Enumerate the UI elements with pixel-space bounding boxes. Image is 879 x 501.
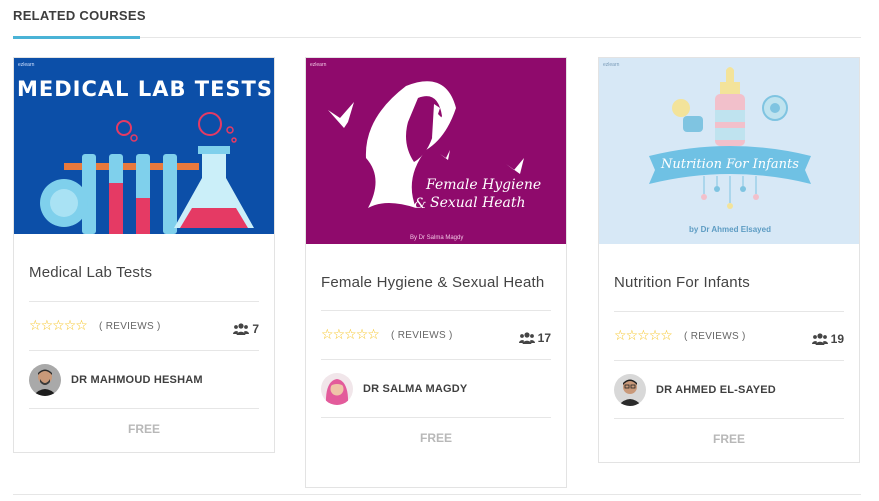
course-title[interactable]: Nutrition For Infants	[614, 244, 844, 311]
nutrition-infants-illustration: ezlearn Nutrition For Infants by Dr Ahme…	[599, 58, 859, 244]
reviews-label: ( REVIEWS )	[99, 321, 161, 332]
course-title[interactable]: Medical Lab Tests	[29, 234, 259, 301]
divider	[13, 494, 861, 495]
star-icon: ☆	[344, 326, 357, 342]
svg-text:ezlearn: ezlearn	[18, 62, 35, 68]
price-label: FREE	[712, 432, 745, 446]
instructor-name[interactable]: DR AHMED EL-SAYED	[656, 384, 776, 396]
student-count: 7	[233, 322, 259, 336]
lab-tests-illustration: ezlearn MEDICAL LAB TESTS	[14, 58, 274, 234]
star-icon: ☆	[648, 327, 662, 343]
course-card[interactable]: ezlearn Female Hygiene & Sexual Heath By…	[305, 57, 567, 488]
star-icon: ☆	[614, 327, 627, 343]
student-count: 17	[518, 331, 551, 345]
course-card[interactable]: ezlearn Nutrition For Infants by Dr Ahme…	[598, 57, 860, 463]
star-rating: ☆☆☆☆☆	[614, 327, 673, 343]
instructor-name[interactable]: DR SALMA MAGDY	[363, 383, 467, 395]
star-icon: ☆	[332, 326, 346, 342]
course-thumbnail[interactable]: ezlearn Nutrition For Infants by Dr Ahme…	[599, 58, 859, 244]
avatar[interactable]	[29, 363, 61, 396]
section-title: RELATED COURSES	[13, 8, 146, 23]
star-rating: ☆☆☆☆☆	[321, 326, 380, 342]
rating-row: ☆☆☆☆☆ ( REVIEWS ) 17	[321, 310, 551, 360]
svg-text:ezlearn: ezlearn	[310, 62, 327, 68]
reviews-label: ( REVIEWS )	[684, 331, 746, 342]
star-icon: ☆	[40, 317, 54, 333]
rating-row: ☆☆☆☆☆ ( REVIEWS ) 7	[29, 301, 259, 351]
student-count: 19	[811, 332, 844, 346]
star-icon: ☆	[321, 326, 334, 342]
rating-row: ☆☆☆☆☆ ( REVIEWS ) 19	[614, 311, 844, 361]
instructor-row[interactable]: DR MAHMOUD HESHAM	[29, 351, 259, 409]
instructor-row[interactable]: DR AHMED EL-SAYED	[614, 361, 844, 419]
avatar[interactable]	[614, 373, 646, 406]
section-title-underline	[13, 36, 140, 39]
reviews-label: ( REVIEWS )	[391, 330, 453, 341]
course-card[interactable]: ezlearn MEDICAL LAB TESTS Medical Lab Te…	[13, 57, 275, 453]
star-icon: ☆	[660, 327, 673, 343]
star-icon: ☆	[52, 317, 65, 333]
avatar-image	[29, 363, 61, 396]
star-icon: ☆	[29, 317, 42, 333]
course-title[interactable]: Female Hygiene & Sexual Heath	[321, 244, 551, 310]
star-icon: ☆	[637, 327, 650, 343]
star-icon: ☆	[75, 317, 88, 333]
image-title-text: MEDICAL LAB TESTS	[17, 77, 273, 101]
star-icon: ☆	[625, 327, 639, 343]
student-count-value: 19	[830, 332, 844, 346]
instructor-row[interactable]: DR SALMA MAGDY	[321, 360, 551, 418]
star-rating: ☆☆☆☆☆	[29, 317, 88, 333]
price-label: FREE	[127, 422, 160, 436]
section-header: RELATED COURSES	[13, 0, 861, 39]
avatar-image	[321, 372, 353, 405]
female-hygiene-illustration: ezlearn Female Hygiene & Sexual Heath By…	[306, 58, 566, 244]
users-icon	[233, 323, 250, 335]
svg-text:&: &	[414, 196, 426, 212]
svg-text:ezlearn: ezlearn	[603, 62, 620, 68]
svg-text:Sexual Heath: Sexual Heath	[430, 195, 526, 211]
student-count-value: 17	[537, 331, 551, 345]
star-icon: ☆	[367, 326, 380, 342]
svg-text:By Dr Salma Magdy: By Dr Salma Magdy	[410, 235, 463, 241]
price-label: FREE	[419, 431, 452, 445]
course-thumbnail[interactable]: ezlearn Female Hygiene & Sexual Heath By…	[306, 58, 566, 244]
users-icon	[518, 332, 535, 344]
star-icon: ☆	[63, 317, 77, 333]
image-title-text: Female Hygiene	[425, 177, 541, 193]
avatar[interactable]	[321, 372, 353, 405]
course-thumbnail[interactable]: ezlearn MEDICAL LAB TESTS	[14, 58, 274, 234]
svg-text:by Dr Ahmed Elsayed: by Dr Ahmed Elsayed	[689, 225, 771, 234]
instructor-name[interactable]: DR MAHMOUD HESHAM	[71, 374, 203, 386]
image-title-text: Nutrition For Infants	[660, 157, 799, 172]
avatar-image	[614, 373, 646, 406]
star-icon: ☆	[355, 326, 369, 342]
student-count-value: 7	[252, 322, 259, 336]
users-icon	[811, 333, 828, 345]
